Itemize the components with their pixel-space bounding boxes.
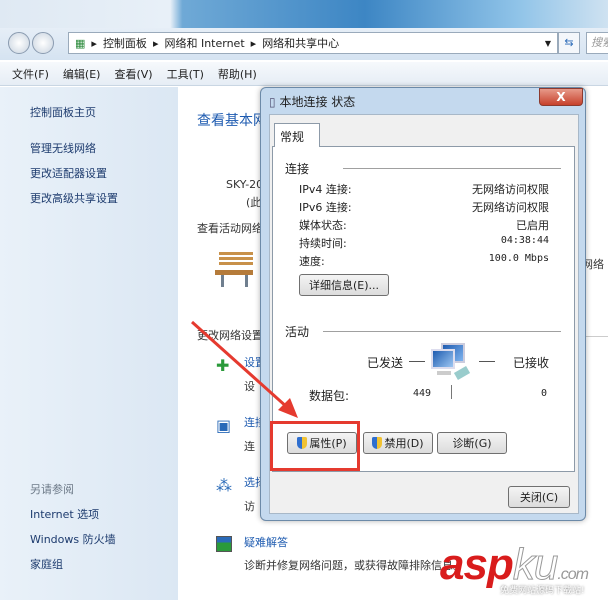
tab-general[interactable]: 常规 <box>274 123 320 147</box>
annotation-arrow <box>190 320 298 418</box>
watermark-tagline: 免费网站源码下载站! <box>500 586 585 596</box>
